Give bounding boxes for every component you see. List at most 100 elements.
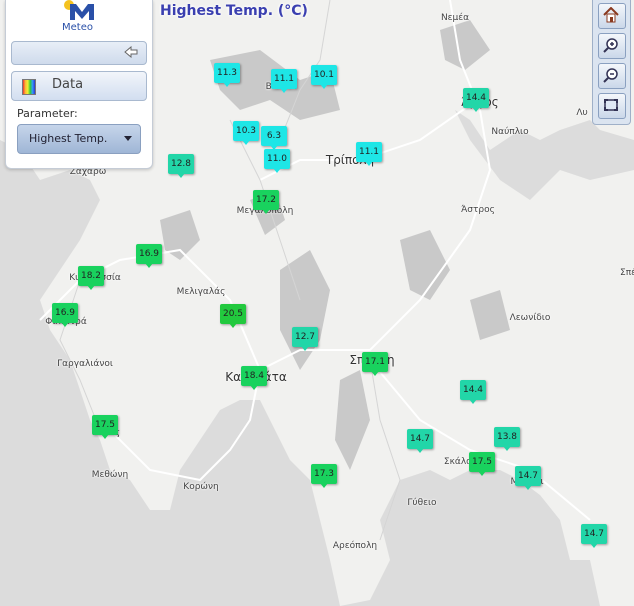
zoom-out-icon xyxy=(603,68,618,83)
map-title: Highest Temp. (°C) xyxy=(160,3,308,19)
station-marker[interactable]: 11.1 xyxy=(356,142,382,166)
station-marker[interactable]: 17.1 xyxy=(362,352,388,376)
station-marker[interactable]: 16.9 xyxy=(136,244,162,268)
collapse-panel-button[interactable] xyxy=(11,41,147,65)
station-value: 13.8 xyxy=(494,427,520,447)
home-icon xyxy=(603,7,619,23)
station-marker[interactable]: 18.2 xyxy=(78,266,104,290)
station-value: 12.7 xyxy=(292,327,318,347)
marker-pointer xyxy=(145,263,153,268)
station-value: 6.3 xyxy=(261,126,287,146)
marker-pointer xyxy=(250,385,258,390)
station-marker[interactable]: 12.7 xyxy=(292,327,318,351)
zoom-in-icon xyxy=(603,38,618,53)
map-toolbar xyxy=(592,0,631,125)
parameter-select-value: Highest Temp. xyxy=(29,132,108,145)
station-marker[interactable]: 14.4 xyxy=(463,88,489,112)
station-value: 17.3 xyxy=(311,464,337,484)
place-label: Αρεόπολη xyxy=(332,541,378,551)
marker-pointer xyxy=(590,543,598,548)
station-marker[interactable]: 10.3 xyxy=(233,121,259,145)
station-marker[interactable]: 14.7 xyxy=(581,524,607,548)
marker-pointer xyxy=(242,140,250,145)
place-label: Μελιγαλάς xyxy=(176,287,226,297)
marker-pointer xyxy=(365,161,373,166)
zoom-out-button[interactable] xyxy=(598,63,626,89)
station-value: 16.9 xyxy=(136,244,162,264)
place-label: Νεμέα xyxy=(440,13,470,23)
station-marker[interactable]: 11.3 xyxy=(214,63,240,87)
station-value: 17.1 xyxy=(362,352,388,372)
place-label: Λυ xyxy=(576,108,588,118)
place-label: Σπέ xyxy=(620,268,634,278)
marker-pointer xyxy=(478,471,486,476)
station-marker[interactable]: 17.5 xyxy=(92,415,118,439)
marker-pointer xyxy=(87,285,95,290)
marker-pointer xyxy=(371,371,379,376)
station-value: 20.5 xyxy=(220,304,246,324)
station-marker[interactable]: 14.4 xyxy=(460,380,486,404)
marker-pointer xyxy=(320,84,328,89)
parameter-select[interactable]: Highest Temp. xyxy=(17,124,141,154)
station-value: 17.5 xyxy=(469,452,495,472)
full-extent-button[interactable] xyxy=(598,93,626,119)
station-value: 17.5 xyxy=(92,415,118,435)
data-button-label: Data xyxy=(52,77,84,92)
marker-pointer xyxy=(177,173,185,178)
zoom-in-button[interactable] xyxy=(598,33,626,59)
station-value: 18.2 xyxy=(78,266,104,286)
station-marker[interactable]: 11.1 xyxy=(271,69,297,93)
station-marker[interactable]: 6.3 xyxy=(261,126,287,150)
place-label: Λεωνίδιο xyxy=(509,313,551,323)
station-marker[interactable]: 11.0 xyxy=(264,149,290,173)
station-value: 18.4 xyxy=(241,366,267,386)
station-value: 11.1 xyxy=(356,142,382,162)
place-label: Ναύπλιο xyxy=(491,127,529,137)
station-marker[interactable]: 14.7 xyxy=(407,429,433,453)
color-scale-icon xyxy=(22,79,36,95)
station-marker[interactable]: 12.8 xyxy=(168,154,194,178)
parameter-label: Parameter: xyxy=(17,107,78,120)
station-value: 14.4 xyxy=(463,88,489,108)
station-value: 10.1 xyxy=(311,65,337,85)
place-label: Σκάλα xyxy=(443,457,473,467)
station-value: 11.3 xyxy=(214,63,240,83)
place-label: Γύθειο xyxy=(407,498,437,508)
place-label: Κορώνη xyxy=(183,482,219,492)
marker-pointer xyxy=(229,323,237,328)
station-value: 17.2 xyxy=(253,190,279,210)
station-value: 12.8 xyxy=(168,154,194,174)
station-value: 11.0 xyxy=(264,149,290,169)
station-marker[interactable]: 16.9 xyxy=(52,303,78,327)
station-value: 14.7 xyxy=(515,466,541,486)
data-button[interactable]: Data xyxy=(11,71,147,101)
station-marker[interactable]: 17.2 xyxy=(253,190,279,214)
station-marker[interactable]: 10.1 xyxy=(311,65,337,89)
marker-pointer xyxy=(472,107,480,112)
station-marker[interactable]: 14.7 xyxy=(515,466,541,490)
station-marker[interactable]: 17.3 xyxy=(311,464,337,488)
station-marker[interactable]: 18.4 xyxy=(241,366,267,390)
home-button[interactable] xyxy=(598,3,626,29)
station-value: 16.9 xyxy=(52,303,78,323)
place-label: Γαργαλιάνοι xyxy=(57,359,113,369)
station-value: 11.1 xyxy=(271,69,297,89)
station-marker[interactable]: 17.5 xyxy=(469,452,495,476)
place-label: Μεθώνη xyxy=(91,470,129,480)
marker-pointer xyxy=(273,168,281,173)
place-label: Άστρος xyxy=(461,205,495,215)
station-marker[interactable]: 20.5 xyxy=(220,304,246,328)
logo-text: Meteo xyxy=(62,22,93,33)
chevron-down-icon xyxy=(124,136,132,141)
station-marker[interactable]: 13.8 xyxy=(494,427,520,451)
marker-pointer xyxy=(262,209,270,214)
marker-pointer xyxy=(301,346,309,351)
arrow-left-icon xyxy=(124,46,138,58)
full-extent-icon xyxy=(604,99,618,111)
marker-pointer xyxy=(320,483,328,488)
marker-pointer xyxy=(61,322,69,327)
station-value: 14.7 xyxy=(581,524,607,544)
marker-pointer xyxy=(223,82,231,87)
marker-pointer xyxy=(524,485,532,490)
marker-pointer xyxy=(416,448,424,453)
